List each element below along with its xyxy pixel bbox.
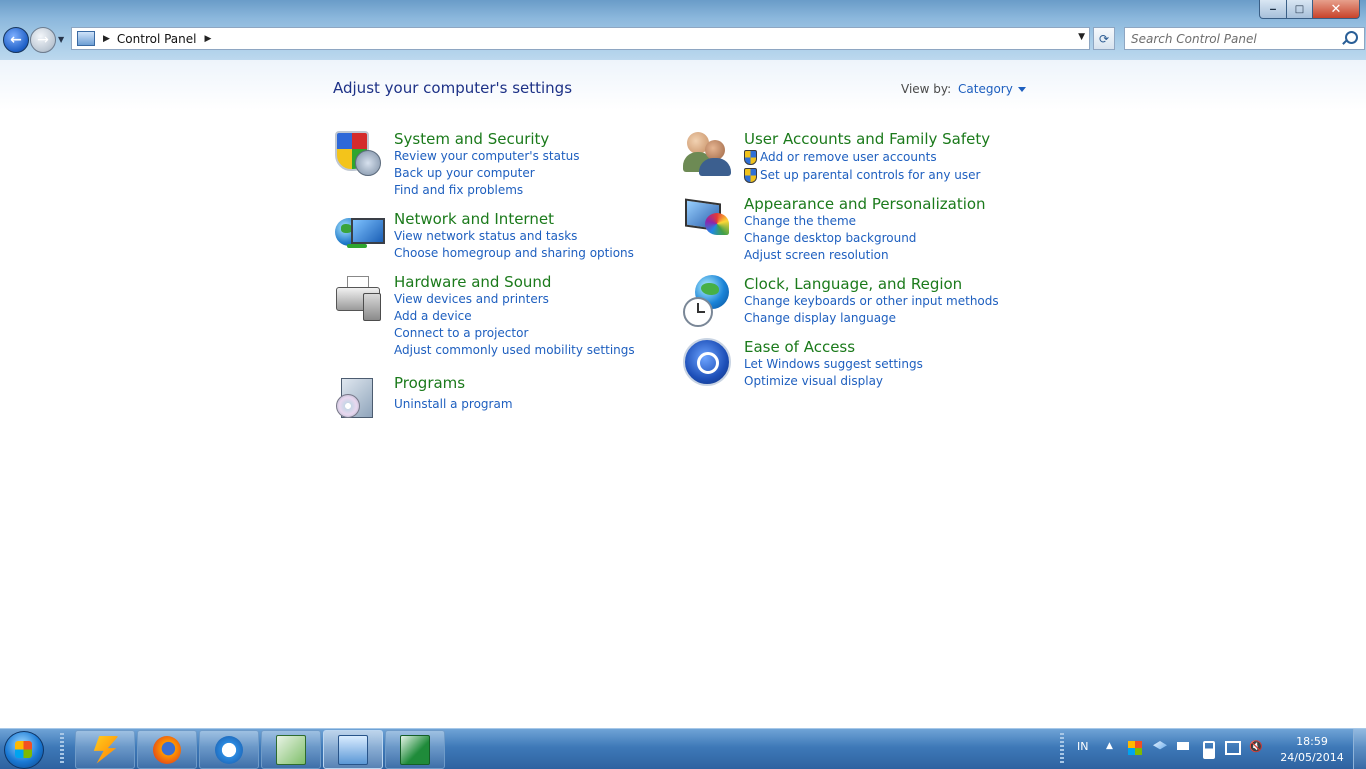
window-controls: ‒ □ ✕ — [1259, 0, 1360, 19]
search-box[interactable] — [1124, 27, 1365, 50]
monitor-palette-icon[interactable] — [683, 195, 733, 245]
link-mobility[interactable]: Adjust commonly used mobility settings — [394, 342, 635, 359]
excel-icon — [400, 734, 430, 765]
link-change-theme[interactable]: Change the theme — [744, 213, 986, 230]
dropbox-icon[interactable] — [1153, 741, 1167, 750]
battery-icon[interactable] — [1203, 741, 1215, 759]
view-by-value[interactable]: Category — [958, 82, 1013, 96]
search-input[interactable] — [1129, 30, 1343, 47]
link-keyboards[interactable]: Change keyboards or other input methods — [744, 293, 999, 310]
category-title[interactable]: Ease of Access — [744, 338, 923, 356]
link-uninstall[interactable]: Uninstall a program — [394, 396, 513, 413]
clock-time: 18:59 — [1296, 735, 1328, 748]
back-arrow-icon: ← — [10, 32, 22, 48]
category-title[interactable]: User Accounts and Family Safety — [744, 130, 990, 148]
users-icon[interactable] — [683, 130, 733, 180]
network-icon[interactable] — [1225, 741, 1241, 755]
category-title[interactable]: Hardware and Sound — [394, 273, 635, 291]
taskbar-winamp[interactable] — [75, 730, 135, 769]
category-title[interactable]: Programs — [394, 374, 513, 392]
link-parental-controls[interactable]: Set up parental controls for any user — [744, 166, 990, 184]
control-panel-icon — [338, 734, 368, 765]
link-review-status[interactable]: Review your computer's status — [394, 148, 580, 165]
office-tray-icon[interactable] — [1128, 741, 1142, 755]
view-by-label: View by: — [901, 82, 952, 96]
shield-icon[interactable] — [333, 130, 383, 180]
link-add-device[interactable]: Add a device — [394, 308, 635, 325]
address-dropdown-icon[interactable]: ▼ — [1078, 32, 1085, 42]
taskbar-grip[interactable] — [60, 733, 64, 765]
close-button[interactable]: ✕ — [1313, 0, 1360, 19]
taskbar-control-panel[interactable] — [323, 730, 383, 769]
category-title[interactable]: Network and Internet — [394, 210, 634, 228]
globe-clock-icon[interactable] — [683, 275, 733, 327]
link-projector[interactable]: Connect to a projector — [394, 325, 635, 342]
link-devices-printers[interactable]: View devices and printers — [394, 291, 635, 308]
link-back-up[interactable]: Back up your computer — [394, 165, 580, 182]
forward-button[interactable]: → — [30, 27, 56, 53]
address-bar[interactable]: ▶ Control Panel ▶ ▼ — [71, 27, 1090, 50]
volume-muted-icon[interactable]: 🔇 — [1249, 740, 1263, 754]
breadcrumb-chevron-icon[interactable]: ▶ — [103, 34, 110, 44]
control-panel-icon — [77, 31, 95, 46]
action-center-flag-icon[interactable] — [1177, 742, 1193, 750]
refresh-icon: ⟳ — [1098, 31, 1110, 46]
lab-app-icon — [276, 734, 306, 765]
ease-of-access-icon[interactable] — [683, 338, 733, 388]
back-button[interactable]: ← — [3, 27, 29, 53]
category-title[interactable]: Appearance and Personalization — [744, 195, 986, 213]
breadcrumb-chevron-icon[interactable]: ▶ — [205, 34, 212, 44]
category-title[interactable]: Clock, Language, and Region — [744, 275, 999, 293]
show-hidden-icons-button[interactable]: ▲ — [1106, 741, 1113, 751]
refresh-button[interactable]: ⟳ — [1093, 27, 1115, 50]
winamp-icon — [93, 735, 119, 764]
minimize-button[interactable]: ‒ — [1259, 0, 1287, 19]
taskbar-excel[interactable] — [385, 730, 445, 769]
tray-grip[interactable] — [1060, 733, 1064, 765]
taskbar-internet-explorer[interactable] — [199, 730, 259, 769]
link-screen-resolution[interactable]: Adjust screen resolution — [744, 247, 986, 264]
link-desktop-background[interactable]: Change desktop background — [744, 230, 986, 247]
dropdown-caret-icon[interactable] — [1017, 86, 1026, 92]
input-language-indicator[interactable]: IN — [1077, 740, 1088, 753]
link-homegroup[interactable]: Choose homegroup and sharing options — [394, 245, 634, 262]
category-title[interactable]: System and Security — [394, 130, 580, 148]
show-desktop-button[interactable] — [1353, 729, 1366, 769]
start-button[interactable] — [4, 731, 44, 769]
link-suggest-settings[interactable]: Let Windows suggest settings — [744, 356, 923, 373]
link-display-language[interactable]: Change display language — [744, 310, 999, 327]
recent-pages-dropdown[interactable]: ▼ — [58, 35, 67, 44]
programs-box-icon[interactable] — [333, 374, 383, 424]
link-add-remove-users[interactable]: Add or remove user accounts — [744, 148, 990, 166]
system-clock[interactable]: 18:59 24/05/2014 — [1272, 734, 1352, 766]
forward-arrow-icon: → — [37, 32, 49, 48]
maximize-button[interactable]: □ — [1287, 0, 1313, 19]
taskbar: IN ▲ 🔇 18:59 24/05/2014 — [0, 728, 1366, 769]
taskbar-lab-app[interactable] — [261, 730, 321, 769]
link-find-fix[interactable]: Find and fix problems — [394, 182, 580, 199]
clock-date: 24/05/2014 — [1280, 751, 1344, 764]
link-optimize-display[interactable]: Optimize visual display — [744, 373, 923, 390]
firefox-icon — [153, 735, 181, 764]
breadcrumb-control-panel[interactable]: Control Panel — [117, 32, 197, 46]
view-by-dropdown[interactable]: Category — [958, 82, 1026, 96]
taskbar-firefox[interactable] — [137, 730, 197, 769]
page-title: Adjust your computer's settings — [333, 79, 573, 97]
network-globe-icon[interactable] — [333, 210, 385, 260]
link-network-status[interactable]: View network status and tasks — [394, 228, 634, 245]
control-panel-content: Adjust your computer's settings View by:… — [0, 60, 1366, 728]
internet-explorer-icon — [215, 735, 243, 764]
printer-speaker-icon[interactable] — [333, 273, 383, 323]
window-titlebar: ‒ □ ✕ ← → ▼ ▶ Control Panel ▶ ▼ ⟳ — [0, 0, 1366, 60]
search-icon[interactable] — [1345, 31, 1358, 44]
